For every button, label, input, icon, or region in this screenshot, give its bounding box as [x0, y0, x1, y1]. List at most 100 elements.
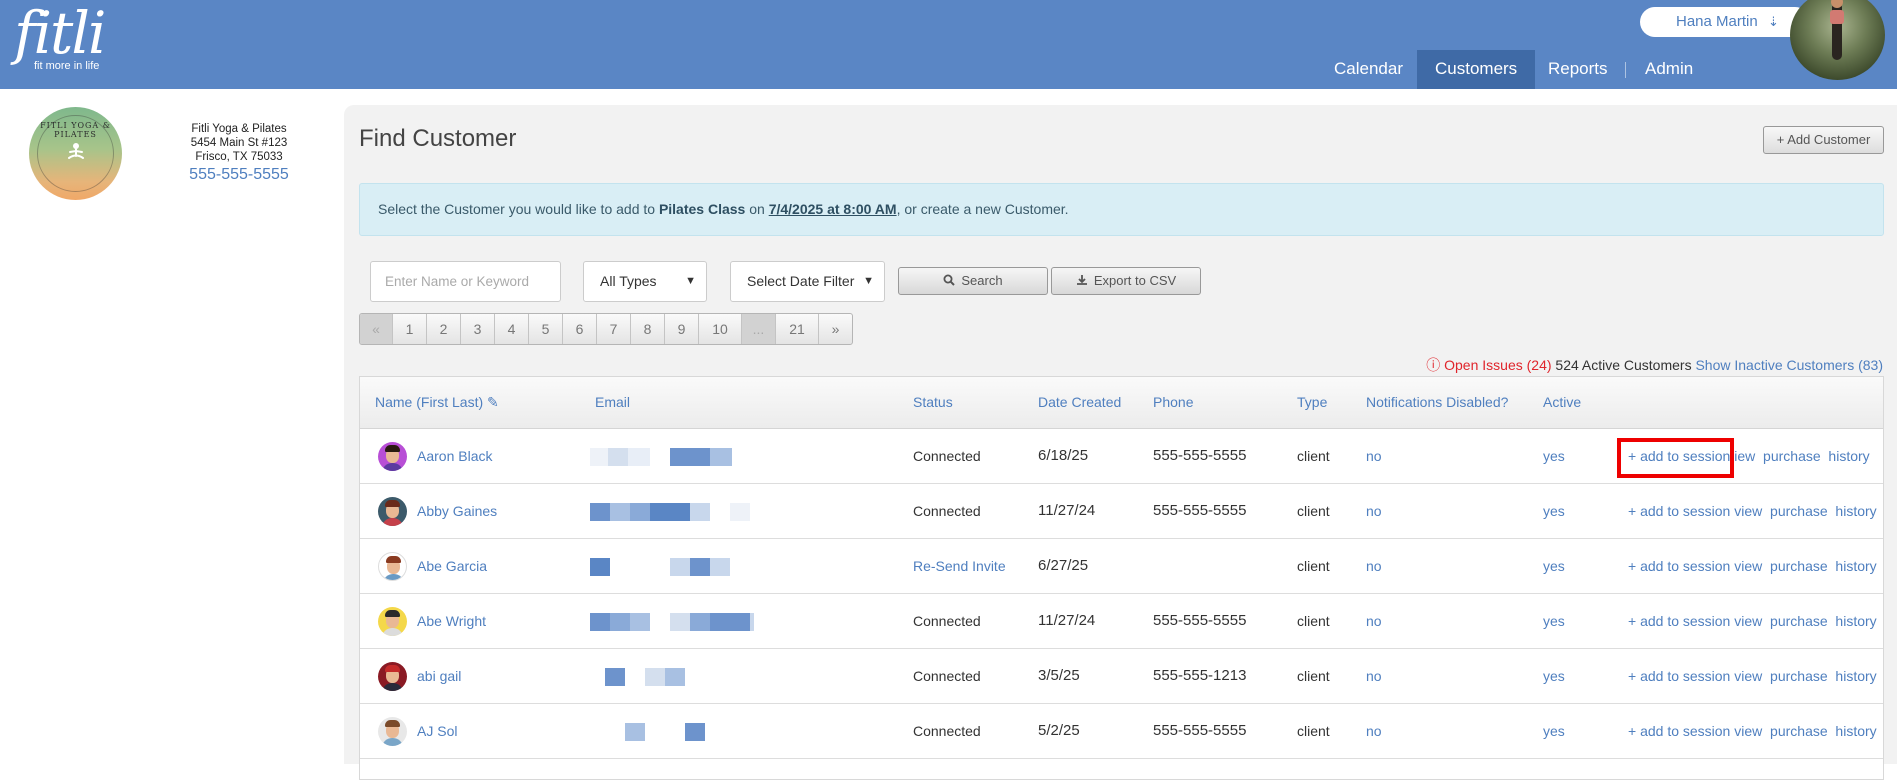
- logo-wordmark: fitli: [14, 0, 106, 67]
- history-link[interactable]: history: [1835, 723, 1876, 739]
- customer-name-link[interactable]: AJ Sol: [417, 723, 457, 739]
- col-notifications[interactable]: Notifications Disabled?: [1366, 394, 1508, 410]
- col-phone[interactable]: Phone: [1153, 394, 1193, 410]
- page-21[interactable]: 21: [776, 314, 819, 344]
- customer-name-link[interactable]: abi gail: [417, 668, 461, 684]
- notifications-toggle[interactable]: no: [1366, 613, 1382, 629]
- fitli-logo[interactable]: fitli fit more in life: [14, 0, 106, 72]
- user-avatar[interactable]: [1790, 0, 1885, 80]
- history-link[interactable]: history: [1835, 613, 1876, 629]
- resend-invite-link[interactable]: Re-Send Invite: [913, 558, 1006, 574]
- col-email[interactable]: Email: [595, 394, 630, 410]
- phone-number: 555-555-1213: [1153, 667, 1247, 684]
- date-created: 6/18/25: [1038, 447, 1089, 464]
- add-to-session-link[interactable]: + add to session: [1628, 723, 1730, 739]
- nav-reports[interactable]: Reports: [1530, 50, 1626, 89]
- history-link[interactable]: history: [1835, 668, 1876, 684]
- page-9[interactable]: 9: [665, 314, 699, 344]
- view-link[interactable]: iew: [1734, 448, 1755, 464]
- purchase-link[interactable]: purchase: [1770, 668, 1828, 684]
- date-created: 11/27/24: [1038, 612, 1096, 629]
- add-to-session-link[interactable]: + add to session: [1628, 503, 1730, 519]
- customer-name-link[interactable]: Abby Gaines: [417, 503, 497, 519]
- purchase-link[interactable]: purchase: [1770, 503, 1828, 519]
- active-customers-count: 524 Active Customers: [1555, 357, 1692, 373]
- view-link[interactable]: view: [1734, 668, 1762, 684]
- active-toggle[interactable]: yes: [1543, 448, 1565, 464]
- pencil-icon[interactable]: ✎: [487, 394, 499, 410]
- col-date-created[interactable]: Date Created: [1038, 394, 1121, 410]
- table-row: Abe Garcia Re-Send Invite 6/27/25 client…: [360, 539, 1883, 594]
- row-actions: + add to session view purchase history: [1628, 723, 1877, 739]
- show-inactive-link[interactable]: Show Inactive Customers (83): [1695, 357, 1883, 373]
- studio-phone-link[interactable]: 555-555-5555: [160, 166, 318, 184]
- type-select[interactable]: All Types ▼: [583, 261, 707, 302]
- notifications-toggle[interactable]: no: [1366, 723, 1382, 739]
- page-2[interactable]: 2: [427, 314, 461, 344]
- alert-circle-icon: ⓘ: [1426, 357, 1441, 373]
- user-menu-button[interactable]: Hana Martin ⇣: [1640, 7, 1810, 37]
- nav-customers[interactable]: Customers: [1417, 50, 1536, 89]
- open-issues-link[interactable]: ⓘ Open Issues (24): [1426, 357, 1551, 373]
- view-link[interactable]: view: [1734, 503, 1762, 519]
- page-4[interactable]: 4: [495, 314, 529, 344]
- page-8[interactable]: 8: [631, 314, 665, 344]
- active-toggle[interactable]: yes: [1543, 613, 1565, 629]
- col-active[interactable]: Active: [1543, 394, 1581, 410]
- search-icon: [943, 274, 956, 286]
- active-toggle[interactable]: yes: [1543, 723, 1565, 739]
- customer-avatar: [378, 662, 407, 691]
- date-filter-select[interactable]: Select Date Filter ▼: [730, 261, 885, 302]
- add-to-session-link[interactable]: + add to session: [1628, 613, 1730, 629]
- page-5[interactable]: 5: [529, 314, 563, 344]
- nav-admin[interactable]: Admin: [1627, 50, 1711, 89]
- phone-number: 555-555-5555: [1153, 722, 1247, 739]
- notifications-toggle[interactable]: no: [1366, 503, 1382, 519]
- date-created: 5/2/25: [1038, 722, 1080, 739]
- history-link[interactable]: history: [1835, 558, 1876, 574]
- page-6[interactable]: 6: [563, 314, 597, 344]
- customer-name-link[interactable]: Aaron Black: [417, 448, 492, 464]
- chevron-down-icon: ⇣: [1768, 14, 1779, 29]
- add-to-session-link[interactable]: + add to session: [1628, 558, 1730, 574]
- view-link[interactable]: view: [1734, 613, 1762, 629]
- col-name[interactable]: Name (First Last) ✎: [375, 394, 499, 411]
- page-next[interactable]: »: [819, 314, 852, 344]
- history-link[interactable]: history: [1835, 503, 1876, 519]
- page-1[interactable]: 1: [393, 314, 427, 344]
- view-link[interactable]: view: [1734, 558, 1762, 574]
- view-link[interactable]: view: [1734, 723, 1762, 739]
- add-to-session-link[interactable]: + add to session: [1628, 668, 1730, 684]
- nav-calendar[interactable]: Calendar: [1316, 50, 1421, 89]
- search-input[interactable]: [370, 261, 561, 302]
- page-3[interactable]: 3: [461, 314, 495, 344]
- active-toggle[interactable]: yes: [1543, 503, 1565, 519]
- purchase-link[interactable]: purchase: [1770, 613, 1828, 629]
- purchase-link[interactable]: purchase: [1770, 558, 1828, 574]
- active-toggle[interactable]: yes: [1543, 558, 1565, 574]
- col-status[interactable]: Status: [913, 394, 953, 410]
- notifications-toggle[interactable]: no: [1366, 448, 1382, 464]
- notifications-toggle[interactable]: no: [1366, 558, 1382, 574]
- page-7[interactable]: 7: [597, 314, 631, 344]
- search-button[interactable]: Search: [898, 267, 1048, 295]
- page-10[interactable]: 10: [699, 314, 742, 344]
- top-header: fitli fit more in life Hana Martin ⇣ Cal…: [0, 0, 1897, 89]
- phone-number: 555-555-5555: [1153, 612, 1247, 629]
- studio-address-line2: Frisco, TX 75033: [195, 151, 283, 163]
- active-toggle[interactable]: yes: [1543, 668, 1565, 684]
- customer-name-link[interactable]: Abe Garcia: [417, 558, 487, 574]
- col-type[interactable]: Type: [1297, 394, 1327, 410]
- table-header: Name (First Last) ✎ Email Status Date Cr…: [360, 377, 1883, 429]
- table-row: abi gail Connected 3/5/25 555-555-1213 c…: [360, 649, 1883, 704]
- export-csv-button[interactable]: Export to CSV: [1051, 267, 1201, 295]
- purchase-link[interactable]: purchase: [1763, 448, 1821, 464]
- notifications-toggle[interactable]: no: [1366, 668, 1382, 684]
- add-customer-button[interactable]: + Add Customer: [1763, 126, 1884, 154]
- page-prev[interactable]: «: [360, 314, 393, 344]
- row-actions: + add to session view purchase history: [1628, 558, 1877, 574]
- customer-name-link[interactable]: Abe Wright: [417, 613, 486, 629]
- history-link[interactable]: history: [1828, 448, 1869, 464]
- purchase-link[interactable]: purchase: [1770, 723, 1828, 739]
- download-icon: [1076, 275, 1087, 285]
